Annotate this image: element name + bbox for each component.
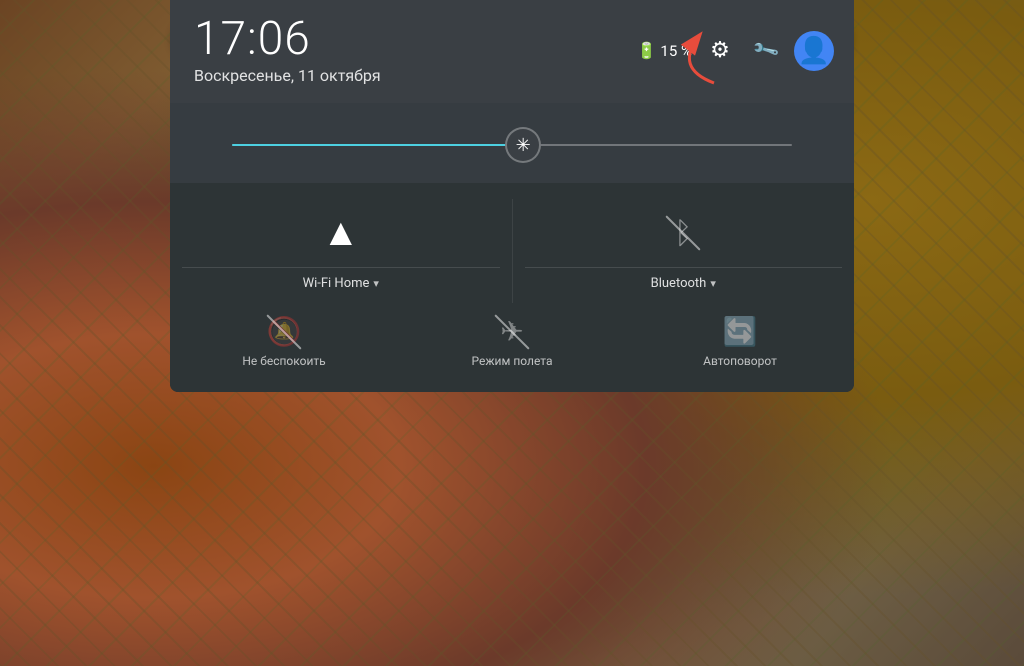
wrench-button[interactable]: 🔧 [748, 33, 784, 69]
autorotate-icon: 🔄 [723, 315, 758, 348]
wifi-label-row: Wi-Fi Home ▾ [303, 276, 379, 291]
bluetooth-separator [525, 267, 843, 268]
avatar-icon: 👤 [798, 36, 830, 66]
time-section: 17:06 Воскресенье, 11 октября [194, 16, 381, 85]
dnd-icon: 🔕 [267, 315, 302, 348]
dnd-toggle[interactable]: 🔕 Не беспокоить [170, 303, 398, 384]
airplane-toggle[interactable]: ✈ Режим полета [398, 303, 626, 384]
airplane-label: Режим полета [472, 354, 553, 368]
wifi-toggle[interactable]: ▲ Wi-Fi Home ▾ [170, 199, 513, 303]
bluetooth-dropdown-arrow[interactable]: ▾ [710, 277, 716, 290]
airplane-icon: ✈ [500, 315, 523, 348]
slider-fill [232, 144, 523, 146]
autorotate-label: Автоповорот [703, 354, 777, 368]
brightness-section: ✳ [170, 103, 854, 183]
notification-panel: 17:06 Воскресенье, 11 октября 🔋 15 % ⚙ 🔧… [170, 0, 854, 392]
brightness-slider[interactable]: ✳ [232, 125, 792, 165]
bluetooth-toggle[interactable]: ᛒ Bluetooth ▾ [513, 199, 855, 303]
user-avatar-button[interactable]: 👤 [794, 31, 834, 71]
wifi-dropdown-arrow[interactable]: ▾ [373, 277, 379, 290]
wifi-label: Wi-Fi Home [303, 276, 370, 291]
date-display: Воскресенье, 11 октября [194, 66, 381, 85]
toggles-row-2: 🔕 Не беспокоить ✈ Режим полета 🔄 Автопов… [170, 303, 854, 384]
wrench-icon: 🔧 [751, 36, 781, 65]
bluetooth-label: Bluetooth [651, 276, 707, 291]
bluetooth-icon-container: ᛒ [657, 207, 709, 259]
brightness-sun-icon: ✳ [516, 135, 531, 156]
quick-toggles: ▲ Wi-Fi Home ▾ ᛒ Bluetooth ▾ [170, 183, 854, 392]
bluetooth-label-row: Bluetooth ▾ [651, 276, 716, 291]
panel-header: 17:06 Воскресенье, 11 октября 🔋 15 % ⚙ 🔧… [170, 0, 854, 103]
wifi-separator [182, 267, 500, 268]
autorotate-toggle[interactable]: 🔄 Автоповорот [626, 303, 854, 384]
bluetooth-crossed-icon: ᛒ [674, 216, 692, 251]
slider-thumb[interactable]: ✳ [505, 127, 541, 163]
toggles-row-1: ▲ Wi-Fi Home ▾ ᛒ Bluetooth ▾ [170, 199, 854, 303]
time-display: 17:06 [194, 16, 381, 62]
wifi-icon-container: ▲ [315, 207, 367, 259]
red-arrow-annotation [654, 28, 724, 92]
wifi-icon: ▲ [322, 211, 360, 255]
dnd-label: Не беспокоить [242, 354, 325, 368]
